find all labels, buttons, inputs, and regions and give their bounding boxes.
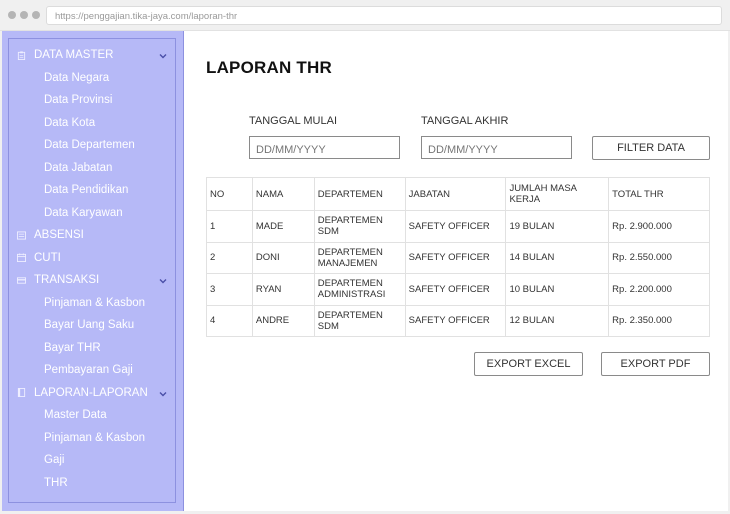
sidebar-item-data-pendidikan[interactable]: Data Pendidikan — [9, 179, 175, 201]
cell-jabatan: SAFETY OFFICER — [404, 304, 507, 337]
sidebar-item-bayar-thr[interactable]: Bayar THR — [9, 337, 175, 359]
cell-departemen: DEPARTEMEN ADMINISTRASI — [313, 273, 406, 306]
cell-masa-kerja: 14 BULAN — [505, 241, 610, 274]
column-header-jumlah-masa-kerja: JUMLAH MASA KERJA — [505, 177, 610, 211]
sidebar-group-label: DATA MASTER — [34, 49, 114, 61]
sidebar-group-data-master[interactable]: DATA MASTER — [9, 44, 175, 66]
sidebar-item-master-data[interactable]: Master Data — [9, 404, 175, 426]
sidebar-item-gaji[interactable]: Gaji — [9, 449, 175, 471]
sidebar-item-data-kota[interactable]: Data Kota — [9, 112, 175, 134]
cell-nama: ANDRE — [251, 304, 315, 337]
cell-masa-kerja: 12 BULAN — [505, 304, 610, 337]
column-header-nama: NAMA — [251, 177, 315, 211]
page-title: LAPORAN THR — [206, 58, 332, 77]
sidebar-item-data-karyawan[interactable]: Data Karyawan — [9, 202, 175, 224]
sidebar-item-pembayaran-gaji[interactable]: Pembayaran Gaji — [9, 359, 175, 381]
sidebar-group-cuti[interactable]: CUTI — [9, 247, 175, 269]
start-date-input[interactable] — [249, 136, 400, 159]
cell-jabatan: SAFETY OFFICER — [404, 210, 507, 243]
sidebar-group-label: ABSENSI — [34, 229, 84, 241]
table-header-row: NO NAMA DEPARTEMEN JABATAN JUMLAH MASA K… — [206, 177, 710, 211]
table-row: 1 MADE DEPARTEMEN SDM SAFETY OFFICER 19 … — [206, 210, 710, 243]
cell-nama: RYAN — [251, 273, 315, 306]
window-controls — [8, 11, 40, 19]
chevron-down-icon[interactable] — [159, 389, 167, 397]
cell-departemen: DEPARTEMEN SDM — [313, 304, 406, 337]
end-date-input[interactable] — [421, 136, 572, 159]
column-header-no: NO — [206, 177, 253, 211]
book-icon — [17, 388, 26, 397]
cell-no: 4 — [206, 304, 253, 337]
cell-masa-kerja: 10 BULAN — [505, 273, 610, 306]
sidebar-item-bayar-uang-saku[interactable]: Bayar Uang Saku — [9, 314, 175, 336]
column-header-total-thr: TOTAL THR — [608, 177, 710, 211]
sidebar-item-pinjaman-kasbon[interactable]: Pinjaman & Kasbon — [9, 292, 175, 314]
address-bar[interactable]: https://penggajian.tika-jaya.com/laporan… — [46, 6, 722, 25]
cell-no: 2 — [206, 241, 253, 274]
minimize-window-dot[interactable] — [20, 11, 28, 19]
sidebar-group-label: CUTI — [34, 251, 61, 264]
sidebar-group-laporan[interactable]: LAPORAN-LAPORAN — [9, 382, 175, 404]
close-window-dot[interactable] — [8, 11, 16, 19]
calendar-icon — [17, 253, 26, 262]
clipboard-icon — [17, 50, 26, 60]
chevron-down-icon[interactable] — [159, 51, 167, 59]
column-header-departemen: DEPARTEMEN — [313, 177, 406, 211]
export-pdf-button[interactable]: EXPORT PDF — [601, 352, 710, 376]
cell-no: 1 — [206, 210, 253, 243]
cell-nama: DONI — [251, 241, 315, 274]
sidebar-item-thr[interactable]: THR — [9, 472, 175, 494]
cell-nama: MADE — [251, 210, 315, 243]
export-excel-button[interactable]: EXPORT EXCEL — [474, 352, 583, 376]
cell-masa-kerja: 19 BULAN — [505, 210, 610, 243]
table-row: 4 ANDRE DEPARTEMEN SDM SAFETY OFFICER 12… — [206, 304, 710, 337]
cell-departemen: DEPARTEMEN MANAJEMEN — [313, 241, 406, 274]
sidebar-item-data-negara[interactable]: Data Negara — [9, 67, 175, 89]
sidebar-group-absensi[interactable]: ABSENSI — [9, 224, 175, 246]
sidebar-group-label: TRANSAKSI — [34, 274, 100, 286]
cell-total-thr: Rp. 2.200.000 — [608, 273, 710, 306]
maximize-window-dot[interactable] — [32, 11, 40, 19]
cell-departemen: DEPARTEMEN SDM — [313, 210, 406, 243]
sidebar-menu: DATA MASTER Data Negara Data Provinsi Da… — [8, 38, 176, 503]
sidebar-group-transaksi[interactable]: TRANSAKSI — [9, 269, 175, 291]
sidebar-item-data-jabatan[interactable]: Data Jabatan — [9, 157, 175, 179]
sidebar-group-label: LAPORAN-LAPORAN — [34, 386, 148, 399]
table-row: 3 RYAN DEPARTEMEN ADMINISTRASI SAFETY OF… — [206, 273, 710, 306]
chevron-down-icon[interactable] — [159, 276, 167, 284]
cell-jabatan: SAFETY OFFICER — [404, 273, 507, 306]
sidebar-item-data-departemen[interactable]: Data Departemen — [9, 134, 175, 156]
sidebar-item-data-provinsi[interactable]: Data Provinsi — [9, 89, 175, 111]
cell-total-thr: Rp. 2.900.000 — [608, 210, 710, 243]
sidebar: DATA MASTER Data Negara Data Provinsi Da… — [2, 31, 184, 511]
list-icon — [17, 230, 26, 240]
table-row: 2 DONI DEPARTEMEN MANAJEMEN SAFETY OFFIC… — [206, 241, 710, 274]
filter-data-button[interactable]: FILTER DATA — [592, 136, 710, 160]
sidebar-item-laporan-pinjaman-kasbon[interactable]: Pinjaman & Kasbon — [9, 427, 175, 449]
end-date-label: TANGGAL AKHIR — [421, 115, 509, 127]
cell-jabatan: SAFETY OFFICER — [404, 241, 507, 274]
column-header-jabatan: JABATAN — [404, 177, 507, 211]
cell-no: 3 — [206, 273, 253, 306]
card-icon — [17, 276, 26, 285]
cell-total-thr: Rp. 2.350.000 — [608, 304, 710, 337]
cell-total-thr: Rp. 2.550.000 — [608, 241, 710, 274]
thr-report-table: NO NAMA DEPARTEMEN JABATAN JUMLAH MASA K… — [206, 177, 710, 337]
start-date-label: TANGGAL MULAI — [249, 115, 338, 127]
browser-toolbar: https://penggajian.tika-jaya.com/laporan… — [0, 0, 730, 31]
